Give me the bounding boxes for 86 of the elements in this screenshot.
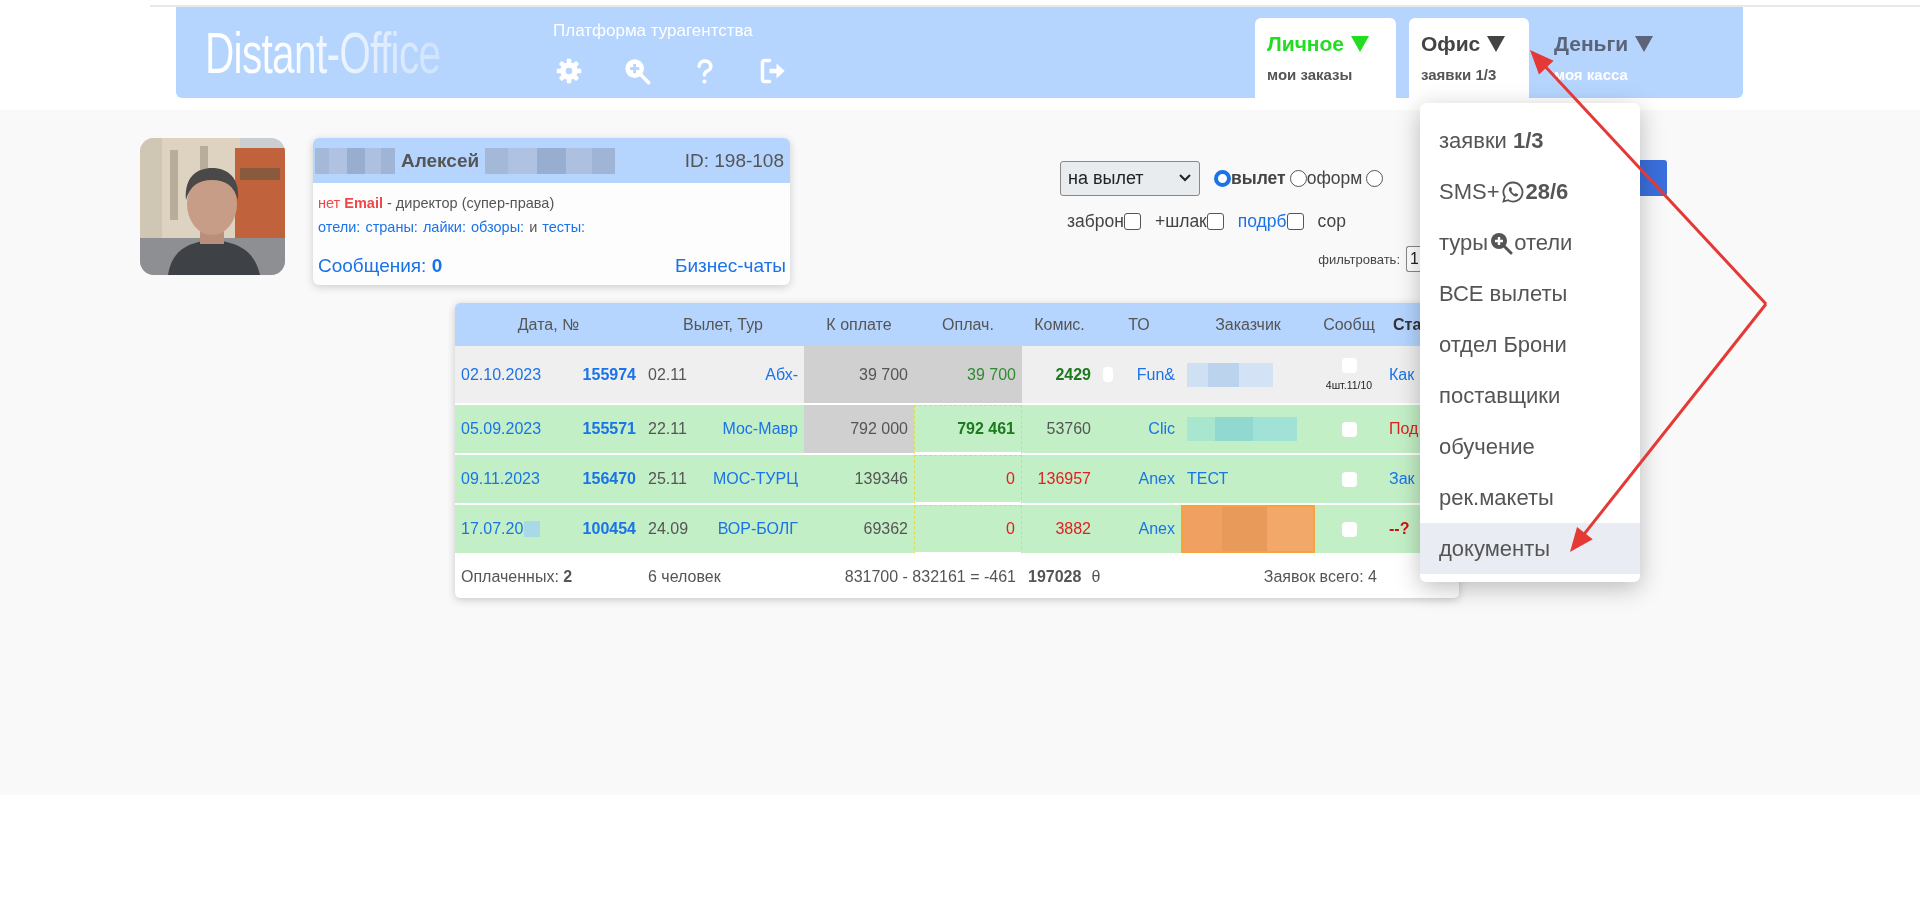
table-cell: 792 461 (914, 405, 1022, 455)
message-note: 4шт.11/10 (1325, 379, 1373, 391)
card-text: и (529, 219, 538, 235)
table-cell: 0 (914, 505, 1022, 555)
link[interactable]: лайки: (422, 219, 466, 235)
column-header: Заказчик (1181, 303, 1315, 346)
table-cell: 139346 (804, 455, 914, 505)
table-cell: 02.11 (648, 365, 687, 384)
column-header: ТО (1097, 303, 1181, 346)
business-chats-link[interactable]: Бизнес-чаты (674, 255, 786, 277)
messages-link[interactable]: Сообщения: 0 (318, 255, 443, 277)
date-link[interactable]: 09.11.2023 (461, 470, 540, 488)
link[interactable]: обзоры: (471, 219, 525, 235)
user-id: ID: 198-108 (684, 149, 784, 172)
menu-item[interactable]: обучение (1420, 421, 1640, 472)
theta-symbol: θ (1091, 567, 1101, 586)
dropdown-triangle-icon (1487, 36, 1506, 52)
link[interactable]: отели: (318, 219, 361, 235)
date-link[interactable]: 17.07.20 (461, 520, 524, 538)
link[interactable]: тесты: (542, 219, 586, 235)
zoom-in-icon (1489, 230, 1514, 255)
table-cell: 39 700 (914, 346, 1022, 405)
menu-item[interactable]: рек.макеты (1420, 472, 1640, 523)
table-cell: 792 000 (804, 405, 914, 455)
table-cell: 24.09 (648, 520, 689, 538)
chat-phone-icon (1500, 179, 1525, 204)
orders-total: Заявок всего: 4 (1263, 567, 1377, 586)
customer-link[interactable]: ТЕСТ (1187, 470, 1229, 488)
link[interactable]: страны: (365, 219, 418, 235)
departure-select[interactable]: на вылет (1060, 160, 1200, 196)
radio-option[interactable] (1366, 169, 1384, 187)
checkbox[interactable] (1341, 521, 1357, 537)
table-cell: 25.11 (648, 470, 687, 488)
tour-link[interactable]: Абх- (765, 365, 798, 384)
column-header: Вылет, Тур (642, 303, 804, 346)
date-link[interactable]: 05.09.2023 (461, 420, 542, 438)
menu-item[interactable]: заявки 1/3 (1420, 115, 1640, 166)
user-name: Алексей (401, 149, 480, 172)
menu-item[interactable]: SMS+ 28/6 (1420, 166, 1640, 217)
settings-icon[interactable] (555, 57, 583, 85)
table-cell: 53760 (1022, 405, 1097, 455)
column-header: К оплате (804, 303, 914, 346)
table-cell: 3882 (1022, 505, 1097, 555)
operator-link[interactable]: Clic (1148, 420, 1175, 438)
table-cell: 22.11 (648, 420, 687, 438)
platform-title: Платформа турагентства (553, 21, 754, 41)
status-text: Под (1389, 420, 1419, 438)
filter-checkbox[interactable]: подрб (1237, 211, 1304, 232)
nav-tab[interactable]: Деньги моя касса (1542, 18, 1683, 98)
caret-icon (1179, 174, 1191, 182)
paid-count: Оплаченных: 2 (461, 567, 573, 586)
status-text: Зак (1389, 470, 1415, 488)
zoom-in-icon[interactable] (623, 57, 651, 85)
nav-tab[interactable]: Офис заявки 1/3 (1409, 18, 1529, 98)
table-cell: 69362 (804, 505, 914, 555)
column-header: Дата, № (455, 303, 642, 346)
checkbox[interactable] (1341, 471, 1357, 487)
nav-tab[interactable]: Личное мои заказы (1255, 18, 1396, 98)
table-cell: 2429 (1022, 346, 1097, 405)
filter-checkbox[interactable]: заброн (1067, 211, 1141, 232)
status-text: Как (1389, 365, 1415, 384)
column-header: Комис. (1022, 303, 1097, 346)
filter-input[interactable]: 1 (1406, 246, 1420, 272)
date-link[interactable]: 02.10.2023 (461, 365, 542, 384)
filter-label: фильтровать: (1318, 251, 1400, 267)
logout-icon[interactable] (759, 57, 787, 85)
menu-item[interactable]: поставщики (1420, 370, 1640, 421)
table-cell: 0 (914, 455, 1022, 505)
column-header: Оплач. (914, 303, 1022, 346)
status-text: --? (1389, 520, 1410, 538)
table-cell: 136957 (1022, 455, 1097, 505)
table-cell: 39 700 (804, 346, 914, 405)
menu-item[interactable]: туры отели (1420, 217, 1640, 268)
radio-option[interactable]: оформ (1289, 167, 1363, 189)
balance-total: 831700 - 832161 = -461 (844, 567, 1016, 586)
checkbox[interactable] (1341, 421, 1357, 437)
dropdown-triangle-icon (1351, 36, 1370, 52)
people-count: 6 человек (648, 567, 721, 586)
filter-checkbox[interactable]: +шлак (1154, 211, 1224, 232)
column-header: Сообщ (1315, 303, 1383, 346)
role-text: нет Email - директор (супер-права) (318, 195, 556, 211)
filter-label: сор (1317, 211, 1346, 232)
menu-item[interactable]: документы (1420, 523, 1640, 574)
dropdown-triangle-icon (1635, 36, 1654, 52)
commission-total: 197028 (1028, 567, 1082, 586)
radio-option[interactable]: вылет (1214, 167, 1286, 189)
